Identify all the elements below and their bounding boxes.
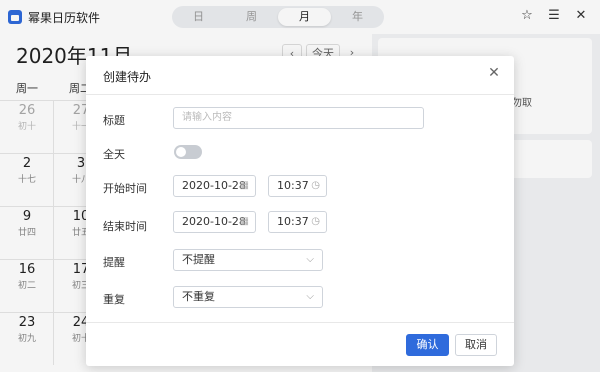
- calendar-icon: ▦: [239, 216, 249, 227]
- chevron-down-icon: ⌵: [306, 254, 314, 265]
- start-time-input[interactable]: 10:37 ◷: [268, 175, 327, 197]
- calendar-icon: ▦: [239, 180, 249, 191]
- remind-select[interactable]: 不提醒 ⌵: [173, 249, 323, 271]
- divider: [86, 322, 514, 323]
- end-time-input[interactable]: 10:37 ◷: [268, 211, 327, 233]
- divider: [86, 94, 514, 95]
- dialog-title: 创建待办: [103, 70, 152, 84]
- allday-label: 全天: [103, 148, 125, 161]
- chevron-down-icon: ⌵: [306, 291, 314, 302]
- cancel-button[interactable]: 取消: [455, 334, 497, 356]
- confirm-button[interactable]: 确认: [406, 334, 449, 356]
- remind-label: 提醒: [103, 256, 125, 269]
- clock-icon: ◷: [311, 180, 320, 191]
- title-input[interactable]: 请输入内容: [173, 107, 424, 129]
- allday-toggle[interactable]: [174, 145, 202, 159]
- start-time-label: 开始时间: [103, 182, 147, 195]
- create-todo-dialog: 创建待办 ✕ 标题 请输入内容 全天 开始时间 2020-10-28 ▦ 10:…: [86, 56, 514, 366]
- repeat-label: 重复: [103, 293, 125, 306]
- repeat-select[interactable]: 不重复 ⌵: [173, 286, 323, 308]
- title-label: 标题: [103, 114, 125, 127]
- end-date-input[interactable]: 2020-10-28 ▦: [173, 211, 256, 233]
- clock-icon: ◷: [311, 216, 320, 227]
- close-icon[interactable]: ✕: [486, 65, 502, 81]
- start-date-input[interactable]: 2020-10-28 ▦: [173, 175, 256, 197]
- end-time-label: 结束时间: [103, 220, 147, 233]
